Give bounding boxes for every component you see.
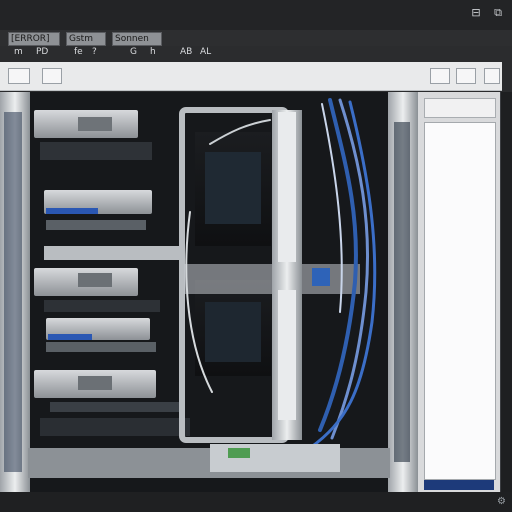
viewport-canvas[interactable] bbox=[0, 92, 418, 492]
properties-panel bbox=[418, 92, 500, 492]
ribbon-button[interactable] bbox=[430, 68, 450, 84]
vertical-scrollbar[interactable] bbox=[500, 92, 512, 492]
toolbar-item[interactable]: AB bbox=[180, 47, 192, 58]
menu-item-sonnen[interactable]: Sonnen bbox=[112, 32, 162, 46]
app-window: ⊟ ⧉ [ERROR] Gstm Sonnen m PD fe ? G h AB… bbox=[0, 0, 512, 512]
ribbon-bar bbox=[0, 62, 502, 91]
toolbar-item[interactable]: h bbox=[150, 47, 156, 58]
menu-item-gstm[interactable]: Gstm bbox=[66, 32, 106, 46]
settings-icon[interactable]: ⚙ bbox=[497, 496, 506, 507]
ribbon-button[interactable] bbox=[8, 68, 30, 84]
toolbar-item[interactable]: AL bbox=[200, 47, 211, 58]
server-rack-image bbox=[0, 92, 418, 492]
menu-item-error[interactable]: [ERROR] bbox=[8, 32, 60, 46]
ribbon-button[interactable] bbox=[484, 68, 500, 84]
minimize-icon[interactable]: ⊟ bbox=[470, 7, 482, 19]
panel-content-area[interactable] bbox=[424, 122, 496, 480]
toolbar-item[interactable]: PD bbox=[36, 47, 48, 58]
toolbar-item[interactable]: fe bbox=[74, 47, 83, 58]
ribbon-button[interactable] bbox=[456, 68, 476, 84]
title-bar: ⊟ ⧉ bbox=[0, 0, 512, 30]
secondary-toolbar: m PD fe ? G h AB AL bbox=[0, 46, 512, 60]
panel-status-bar bbox=[424, 480, 494, 490]
toolbar-item[interactable]: ? bbox=[92, 47, 97, 58]
toolbar-item[interactable]: m bbox=[14, 47, 23, 58]
panel-header[interactable] bbox=[424, 98, 496, 118]
ribbon-button[interactable] bbox=[42, 68, 62, 84]
status-bar: ⚙ bbox=[0, 492, 512, 512]
toolbar-item[interactable]: G bbox=[130, 47, 137, 58]
restore-icon[interactable]: ⧉ bbox=[492, 7, 504, 19]
menu-bar: [ERROR] Gstm Sonnen bbox=[0, 30, 512, 46]
